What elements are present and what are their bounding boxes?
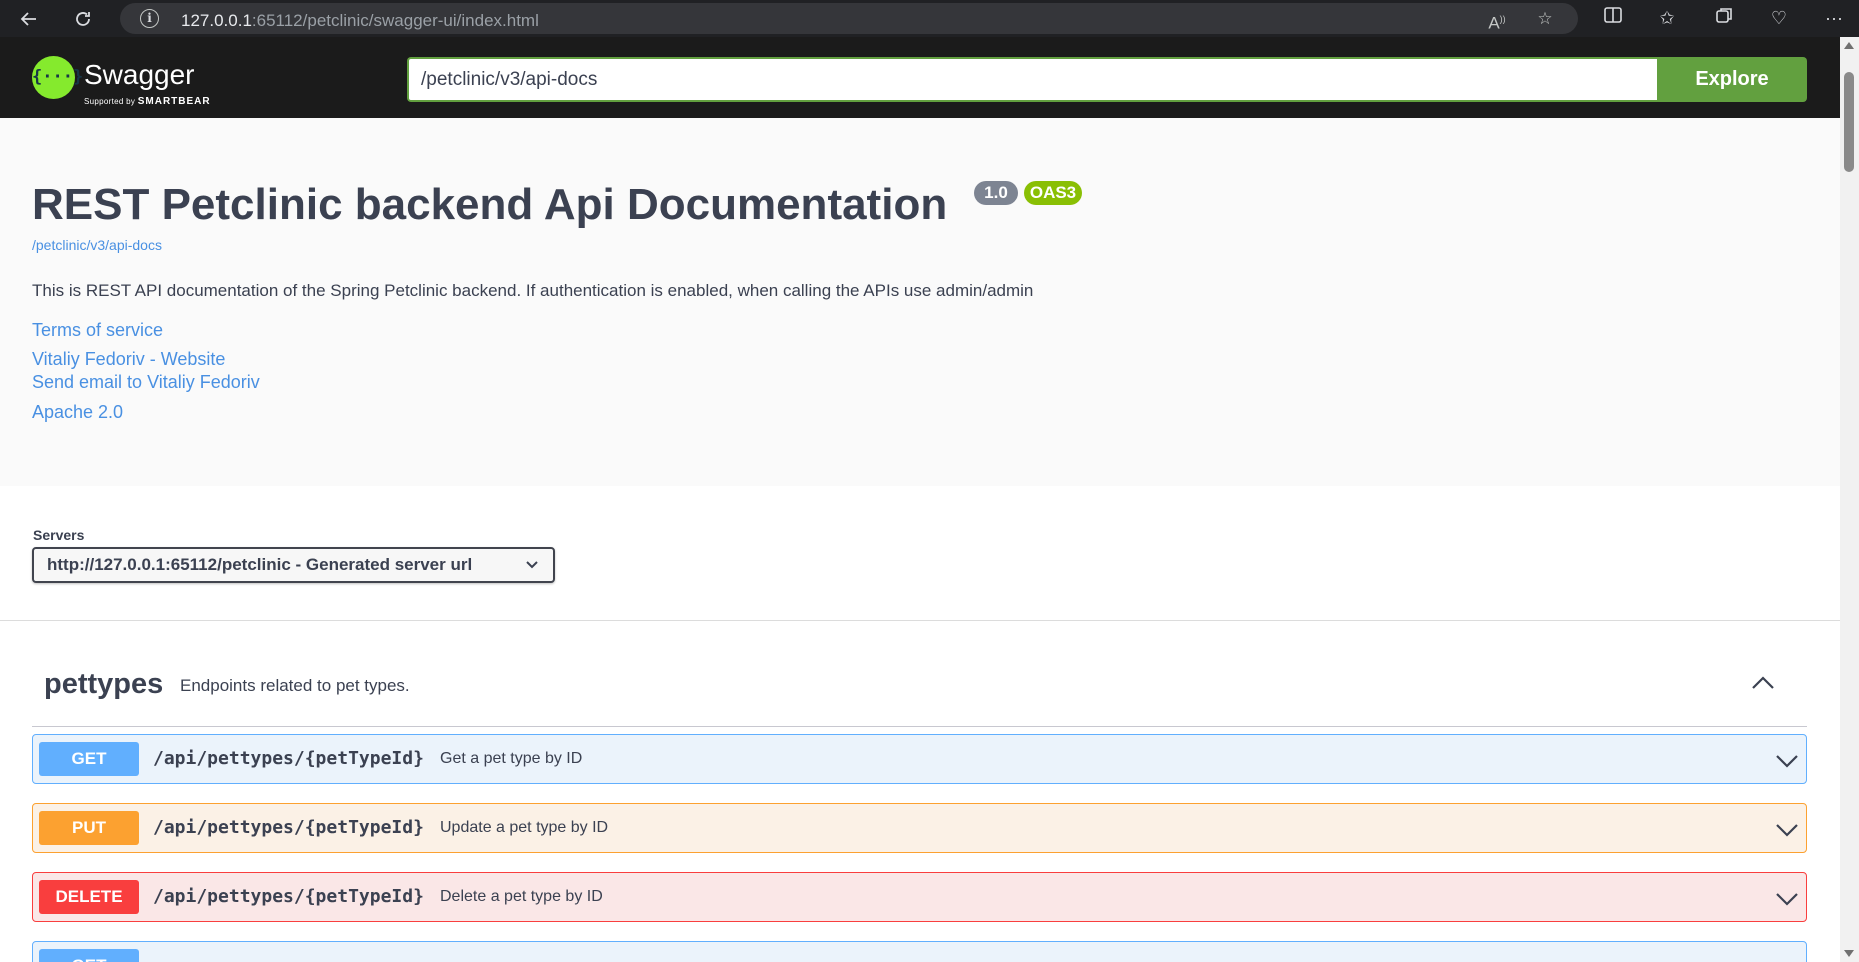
tag-name[interactable]: pettypes — [44, 668, 163, 701]
chevron-down-icon[interactable] — [1774, 816, 1800, 842]
read-aloud-icon[interactable]: A)) — [1484, 7, 1510, 33]
site-info-icon[interactable]: i — [140, 9, 159, 28]
operation-path: /api/pettypes/{petTypeId} — [153, 886, 424, 907]
page-title: REST Petclinic backend Api Documentation — [32, 180, 948, 229]
tag-description: Endpoints related to pet types. — [180, 676, 410, 695]
explore-button[interactable]: Explore — [1657, 57, 1807, 102]
operation-get-pettype[interactable]: GET /api/pettypes/{petTypeId} Get a pet … — [32, 734, 1807, 784]
oas-badge: OAS3 — [1024, 181, 1082, 205]
favorites-icon[interactable]: ✩ — [1652, 5, 1682, 32]
method-badge: PUT — [39, 811, 139, 845]
servers-selected-value: http://127.0.0.1:65112/petclinic - Gener… — [47, 555, 473, 574]
contact-website-link[interactable]: Vitaliy Fedoriv - Website — [32, 349, 225, 370]
address-bar[interactable]: i 127.0.0.1:65112/petclinic/swagger-ui/i… — [120, 3, 1578, 34]
operation-delete-pettype[interactable]: DELETE /api/pettypes/{petTypeId} Delete … — [32, 872, 1807, 922]
method-badge: DELETE — [39, 880, 139, 914]
spec-link[interactable]: /petclinic/v3/api-docs — [32, 237, 162, 253]
chevron-down-icon[interactable] — [1774, 747, 1800, 773]
operation-path: /api/pettypes/{petTypeId} — [153, 748, 424, 769]
servers-label: Servers — [33, 527, 85, 543]
operation-summary: Update a pet type by ID — [440, 819, 609, 836]
swagger-logo-text[interactable]: Swagger — [84, 59, 195, 91]
collections-icon[interactable] — [1709, 5, 1739, 32]
address-url[interactable]: 127.0.0.1:65112/petclinic/swagger-ui/ind… — [181, 11, 539, 31]
health-icon[interactable]: ♡ — [1764, 5, 1794, 32]
operation-path: /api/pettypes/{petTypeId} — [153, 817, 424, 838]
operation-get-partial[interactable]: GET — [32, 941, 1807, 962]
browser-toolbar: i 127.0.0.1:65112/petclinic/swagger-ui/i… — [0, 0, 1859, 37]
operation-put-pettype[interactable]: PUT /api/pettypes/{petTypeId} Update a p… — [32, 803, 1807, 853]
operation-summary: Get a pet type by ID — [440, 750, 583, 767]
method-badge: GET — [39, 742, 139, 776]
spec-url-input[interactable]: /petclinic/v3/api-docs — [407, 57, 1657, 102]
swagger-topbar: {···} Swagger Supported by SMARTBEAR /pe… — [0, 37, 1840, 118]
operation-summary: Delete a pet type by ID — [440, 888, 603, 905]
scroll-thumb[interactable] — [1844, 72, 1854, 172]
scroll-down-icon[interactable] — [1844, 950, 1854, 957]
contact-email-link[interactable]: Send email to Vitaliy Fedoriv — [32, 372, 260, 393]
api-description: This is REST API documentation of the Sp… — [32, 281, 1034, 300]
section-divider — [0, 620, 1840, 621]
smartbear-tagline: Supported by SMARTBEAR — [84, 96, 211, 107]
license-link[interactable]: Apache 2.0 — [32, 402, 123, 423]
more-icon[interactable]: ··· — [1819, 5, 1849, 32]
favorite-star-icon[interactable]: ☆ — [1532, 7, 1558, 31]
version-badge: 1.0 — [974, 181, 1018, 205]
chevron-down-icon — [525, 549, 539, 592]
back-icon[interactable] — [14, 5, 44, 32]
swagger-logo-icon[interactable]: {···} — [32, 56, 83, 99]
method-badge: GET — [39, 949, 139, 962]
tag-underline — [32, 726, 1807, 727]
scroll-up-icon[interactable] — [1844, 42, 1854, 49]
split-screen-icon[interactable] — [1598, 5, 1628, 32]
page-scrollbar[interactable] — [1840, 37, 1859, 962]
chevron-down-icon[interactable] — [1774, 885, 1800, 911]
refresh-icon[interactable] — [68, 5, 98, 32]
api-info-section: REST Petclinic backend Api Documentation… — [0, 118, 1840, 486]
chevron-up-icon[interactable] — [1748, 668, 1778, 698]
terms-of-service-link[interactable]: Terms of service — [32, 320, 163, 341]
servers-select[interactable]: http://127.0.0.1:65112/petclinic - Gener… — [32, 547, 555, 583]
